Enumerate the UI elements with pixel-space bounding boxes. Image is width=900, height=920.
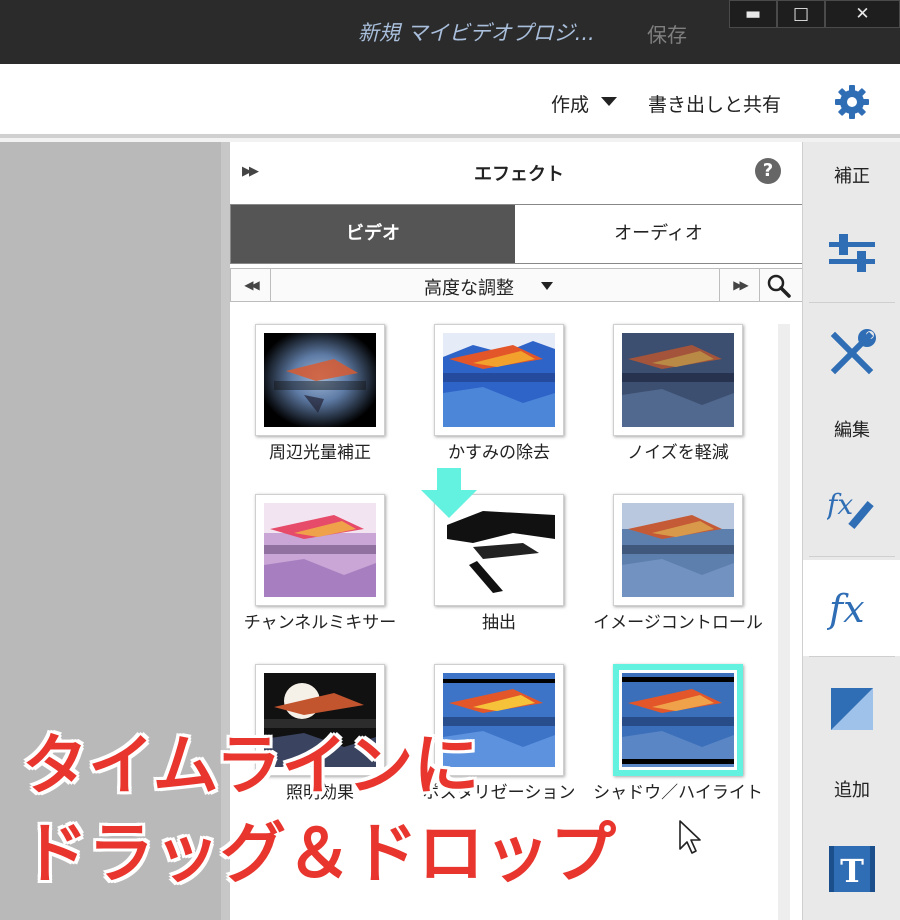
effect-tile-shadow-highlight[interactable]: シャドウ／ハイライト <box>588 664 768 814</box>
category-caret-icon[interactable] <box>541 282 553 290</box>
category-prev-button[interactable]: ◀◀ <box>231 269 271 301</box>
effect-tile-vignette[interactable]: 周辺光量補正 <box>230 324 410 474</box>
fx-button[interactable]: fx <box>803 560 900 656</box>
category-bar: ◀◀ 高度な調整 ▶▶ <box>230 268 803 302</box>
titles-button[interactable]: T <box>803 820 900 916</box>
project-title: 新規 マイビデオプロジ... <box>358 21 595 45</box>
effects-scrollbar[interactable] <box>778 324 790 920</box>
fx-icon: fx <box>827 587 865 631</box>
adjust-sliders-button[interactable] <box>803 204 900 300</box>
effect-thumbnail[interactable] <box>434 324 564 436</box>
drag-arrow-icon <box>421 468 477 518</box>
help-icon[interactable]: ? <box>755 158 781 184</box>
effect-thumbnail[interactable] <box>255 324 385 436</box>
effect-label: ノイズを軽減 <box>627 443 729 463</box>
fx-pencil-icon: fx <box>827 488 874 530</box>
title-bar: 新規 マイビデオプロジ... 保存 ▬ □ ✕ <box>0 0 900 64</box>
mouse-cursor-icon <box>679 820 701 854</box>
create-menu-caret-icon[interactable] <box>601 97 617 106</box>
section-add-label: 追加 <box>834 780 870 801</box>
category-dropdown[interactable]: 高度な調整 <box>424 274 514 300</box>
transitions-button[interactable] <box>803 660 900 756</box>
export-share-menu[interactable]: 書き出しと共有 <box>648 90 781 117</box>
maximize-button[interactable]: □ <box>777 0 825 28</box>
overlay-caption-line1: タイムラインに <box>22 727 480 804</box>
tab-video[interactable]: ビデオ <box>231 205 515 263</box>
transition-icon <box>831 688 873 730</box>
effect-label: 周辺光量補正 <box>269 443 371 463</box>
section-adjust-label: 補正 <box>834 166 870 187</box>
overlay-caption-line2: ドラッグ＆ドロップ <box>22 815 616 892</box>
effect-label: 抽出 <box>482 613 516 633</box>
effect-tile-channel-mixer[interactable]: チャンネルミキサー <box>230 494 410 644</box>
category-next-button[interactable]: ▶▶ <box>719 269 760 301</box>
create-menu[interactable]: 作成 <box>551 90 589 117</box>
panel-title: エフェクト <box>474 164 564 185</box>
save-button[interactable]: 保存 <box>647 19 687 48</box>
sidebar-separator <box>809 302 895 303</box>
effect-thumbnail[interactable] <box>255 494 385 606</box>
wrench-screwdriver-icon <box>830 329 876 375</box>
effect-thumbnail[interactable] <box>613 494 743 606</box>
sliders-icon <box>829 234 875 272</box>
effect-thumbnail[interactable] <box>613 324 743 436</box>
effect-label: チャンネルミキサー <box>243 613 397 633</box>
tools-button[interactable] <box>803 304 900 400</box>
effect-tile-haze-removal[interactable]: かすみの除去 <box>409 324 589 474</box>
right-sidebar: 補正 編集 fx fx 追加 T <box>802 142 900 920</box>
effect-label: かすみの除去 <box>448 443 550 463</box>
gear-icon[interactable] <box>832 82 872 122</box>
close-button[interactable]: ✕ <box>825 0 900 28</box>
media-tabs: ビデオ オーディオ <box>230 204 803 264</box>
title-t-icon: T <box>829 846 875 892</box>
minimize-button[interactable]: ▬ <box>729 0 777 28</box>
section-edit-label: 編集 <box>834 420 870 441</box>
panel-expand-button[interactable]: ▶▶ <box>242 164 259 179</box>
sidebar-separator <box>809 656 895 657</box>
sidebar-separator <box>809 556 895 557</box>
effect-thumbnail[interactable] <box>613 664 743 776</box>
svg-text:fx: fx <box>827 488 853 521</box>
svg-text:T: T <box>840 852 864 890</box>
tab-audio[interactable]: オーディオ <box>515 205 802 263</box>
svg-text:fx: fx <box>827 587 865 631</box>
search-icon[interactable] <box>762 272 796 298</box>
effect-label: イメージコントロール <box>593 613 763 633</box>
menu-bar: 作成 書き出しと共有 <box>0 64 900 138</box>
effect-tile-image-control[interactable]: イメージコントロール <box>588 494 768 644</box>
fx-edit-button[interactable]: fx <box>803 460 900 556</box>
effect-tile-noise-reduction[interactable]: ノイズを軽減 <box>588 324 768 474</box>
